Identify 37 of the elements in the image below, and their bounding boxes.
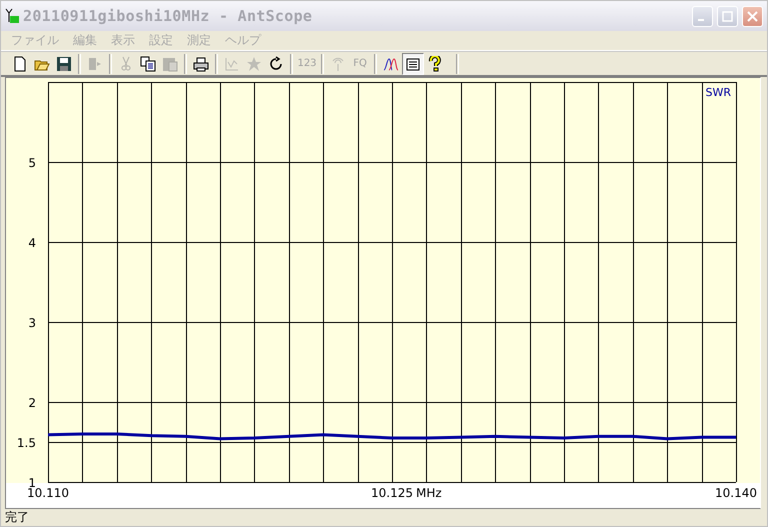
graph-icon <box>224 56 240 72</box>
axis-label: 3 <box>28 316 36 330</box>
window-title: 20110911giboshi10MHz - AntScope <box>23 7 314 25</box>
antenna-icon <box>5 8 19 24</box>
axis-label: 1.5 <box>16 436 36 450</box>
axis-label: 2 <box>28 396 36 410</box>
help-icon <box>427 56 443 72</box>
refresh-icon <box>268 56 284 72</box>
series-label: SWR <box>705 86 731 99</box>
axis-label: 5 <box>28 156 36 170</box>
axis-label: 10.125 <box>371 486 413 500</box>
list-button[interactable] <box>402 52 424 74</box>
axis-title: MHz <box>416 486 442 500</box>
menu-item[interactable]: 編集 <box>67 32 103 49</box>
menu-item[interactable]: 測定 <box>181 32 217 49</box>
new-document-icon <box>12 56 28 72</box>
copy-icon <box>140 56 156 72</box>
paste-icon <box>162 56 178 72</box>
axis-label: 4 <box>28 236 36 250</box>
menu-item[interactable]: 設定 <box>143 32 179 49</box>
menu-item[interactable]: ファイル <box>5 32 65 49</box>
minimize-icon <box>698 19 704 21</box>
axis-label: 10.140 <box>715 486 757 500</box>
export-icon <box>87 56 103 72</box>
menu-item[interactable]: ヘルプ <box>219 32 267 49</box>
waveform-icon <box>383 56 399 72</box>
antenna-icon <box>330 56 346 72</box>
close-icon <box>747 10 758 22</box>
axis-label: 10.110 <box>27 486 69 500</box>
maximize-icon <box>722 10 733 22</box>
save-icon <box>56 56 72 72</box>
status-text: 完了 <box>5 509 29 526</box>
printer-icon <box>193 56 209 72</box>
close-button[interactable] <box>742 6 763 26</box>
star-icon <box>246 56 262 72</box>
menu-item[interactable]: 表示 <box>105 32 141 49</box>
list-icon <box>405 56 421 72</box>
